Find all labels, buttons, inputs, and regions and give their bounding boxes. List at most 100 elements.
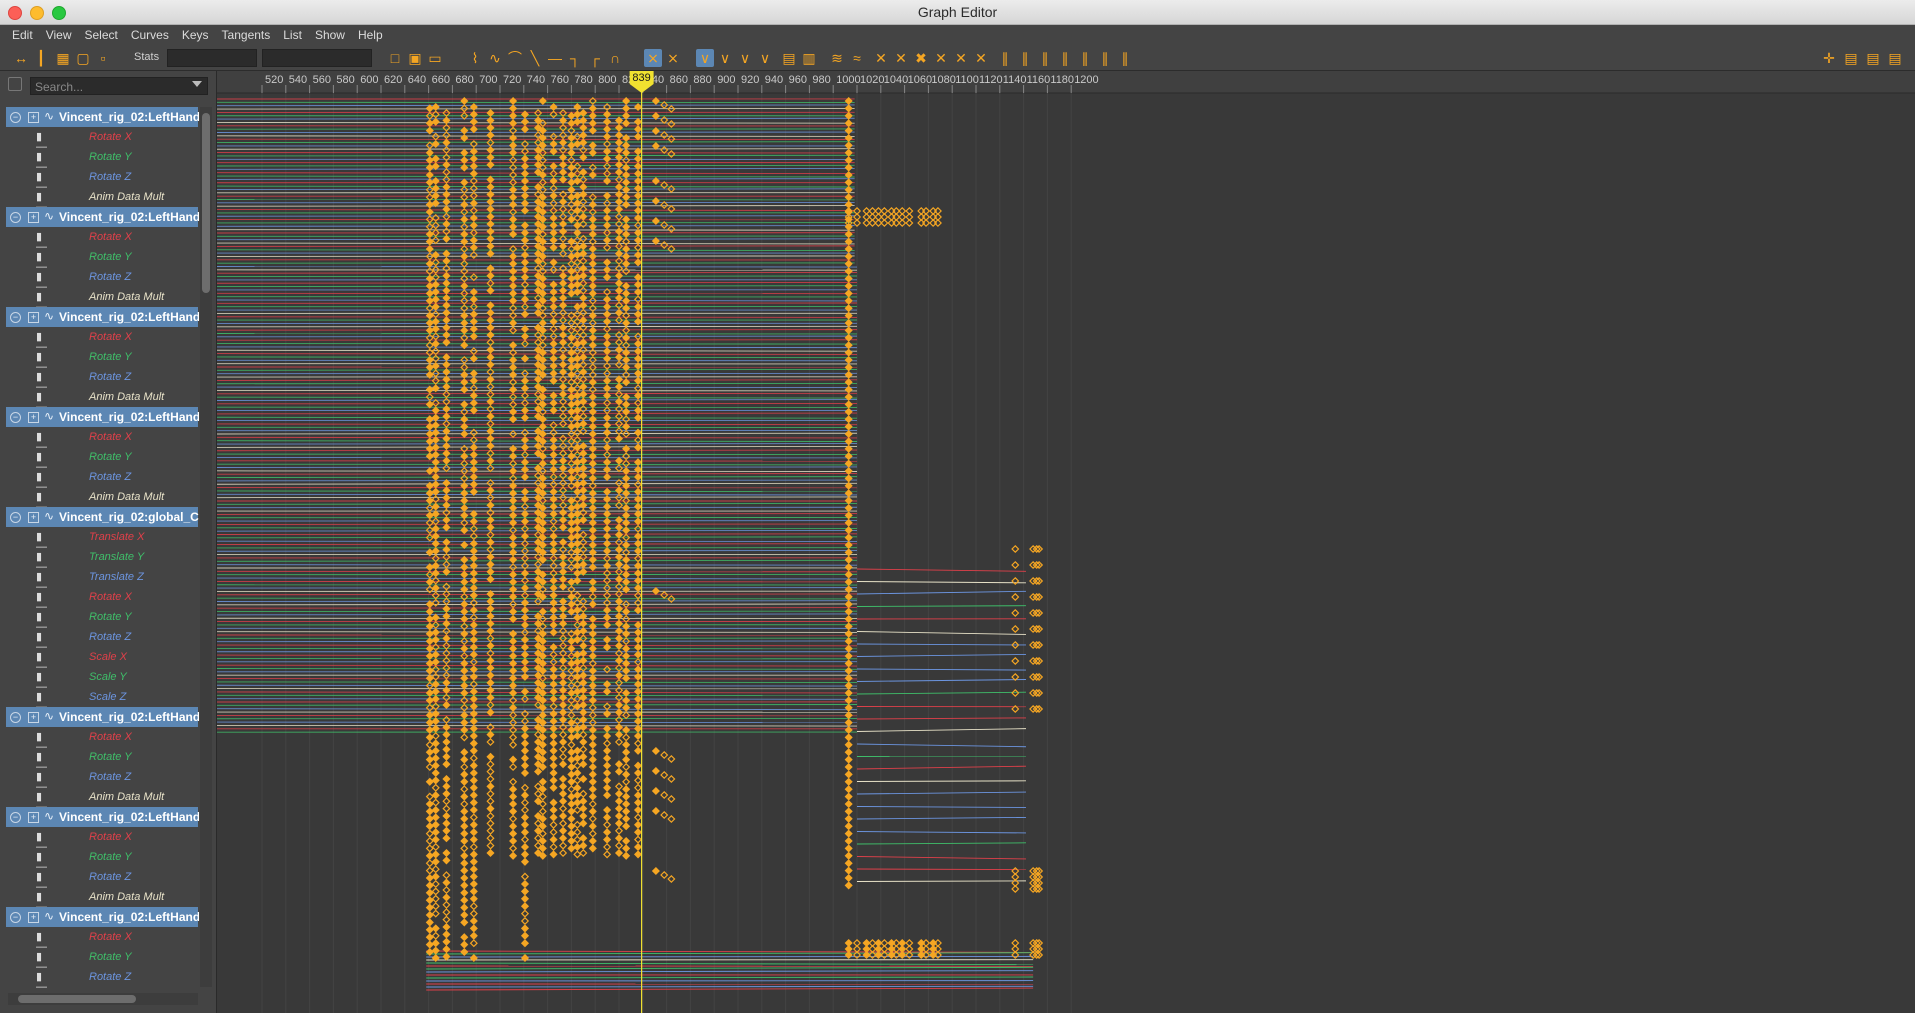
keyframe[interactable] [559, 826, 568, 835]
outliner-attribute-row[interactable]: ▮— Rotate Z [0, 267, 200, 293]
keyframe[interactable] [579, 567, 588, 576]
keyframe[interactable] [614, 168, 624, 177]
show-infinity-icon[interactable]: ∥ [996, 49, 1014, 67]
keyframe[interactable] [1011, 656, 1020, 666]
keyframe[interactable] [520, 909, 530, 918]
keyframe[interactable] [431, 872, 440, 881]
keyframe[interactable] [460, 267, 469, 276]
keyframe[interactable] [509, 814, 518, 823]
keyframe[interactable] [559, 168, 568, 177]
keyframe[interactable] [559, 700, 568, 710]
keyframe[interactable] [579, 471, 588, 480]
keyframe[interactable] [633, 687, 643, 696]
keyframe[interactable] [520, 709, 530, 718]
keyframe[interactable] [486, 308, 495, 317]
keyframe[interactable] [486, 316, 495, 325]
keyframe[interactable] [520, 842, 530, 852]
keyframe[interactable] [442, 856, 451, 865]
keyframe[interactable] [622, 733, 631, 742]
keyframe[interactable] [520, 650, 530, 659]
keyframe[interactable] [520, 162, 530, 171]
keyframe[interactable] [520, 887, 530, 896]
keyframe[interactable] [844, 859, 853, 868]
keyframe[interactable] [431, 443, 440, 452]
keyframe[interactable] [425, 496, 434, 505]
keyframe[interactable] [520, 879, 530, 889]
keyframe[interactable] [622, 326, 631, 335]
keyframe[interactable] [509, 185, 518, 194]
keyframe[interactable] [559, 493, 568, 502]
keyframe[interactable] [633, 850, 643, 859]
keyframe[interactable] [486, 597, 495, 606]
keyframe[interactable] [549, 398, 558, 408]
keyframe[interactable] [844, 718, 853, 727]
keyframe[interactable] [460, 785, 469, 794]
keyframe[interactable] [579, 811, 588, 821]
keyframe[interactable] [425, 607, 434, 616]
keyframe[interactable] [651, 866, 660, 876]
keyframe[interactable] [573, 805, 582, 815]
lock-tangent-weight-icon[interactable]: ∨ [756, 49, 774, 67]
keyframe[interactable] [460, 318, 469, 328]
keyframe[interactable] [844, 770, 853, 779]
keyframe[interactable] [1011, 576, 1020, 586]
keyframe[interactable] [844, 807, 853, 816]
keyframe[interactable] [573, 798, 582, 807]
keyframe[interactable] [520, 939, 530, 948]
keyframe[interactable] [425, 577, 434, 587]
keyframe[interactable] [431, 339, 440, 348]
keyframe[interactable] [559, 708, 568, 717]
keyframe[interactable] [603, 413, 612, 422]
keyframe[interactable] [603, 791, 612, 800]
keyframe[interactable] [567, 533, 576, 542]
expand-icon[interactable]: + [28, 212, 39, 223]
keyframe[interactable] [614, 804, 624, 813]
keyframe[interactable] [633, 487, 643, 496]
keyframe[interactable] [425, 126, 434, 135]
outliner-attribute-row[interactable]: ▮— Translate Z [0, 567, 200, 593]
keyframe[interactable] [549, 820, 558, 829]
keyframe[interactable] [549, 754, 558, 763]
keyframe[interactable] [442, 404, 451, 414]
keyframe[interactable] [633, 480, 643, 489]
outliner-group-row[interactable]: − + ∿ Vincent_rig_02:LeftHandM [6, 907, 199, 927]
keyframe[interactable] [460, 215, 469, 224]
keyframe[interactable] [425, 748, 434, 757]
keyframe[interactable] [614, 227, 624, 236]
keyframe[interactable] [567, 755, 576, 764]
keyframe[interactable] [622, 178, 631, 187]
keyframe[interactable] [622, 185, 631, 194]
keyframe[interactable] [573, 117, 582, 126]
keyframe[interactable] [425, 807, 434, 816]
keyframe[interactable] [442, 486, 451, 495]
keyframe[interactable] [573, 598, 582, 607]
keyframe[interactable] [460, 674, 469, 683]
outliner-group-row[interactable]: − + ∿ Vincent_rig_02:LeftHandM [6, 707, 199, 727]
keyframe[interactable] [549, 643, 558, 652]
outliner-attribute-row[interactable]: ▮— Rotate Y [0, 847, 200, 873]
keyframe[interactable] [520, 620, 530, 630]
keyframe[interactable] [844, 585, 853, 594]
keyframe[interactable] [559, 789, 568, 798]
keyframe[interactable] [579, 678, 588, 687]
keyframe[interactable] [573, 687, 582, 696]
keyframe[interactable] [844, 844, 853, 853]
keyframe[interactable] [622, 111, 631, 120]
keyframe[interactable] [622, 392, 631, 402]
outliner-group-row[interactable]: − + ∿ Vincent_rig_02:global_CTI [6, 507, 199, 527]
keyframe[interactable] [486, 826, 495, 835]
keyframe[interactable] [460, 400, 469, 409]
keyframe[interactable] [520, 791, 530, 800]
keyframe[interactable] [425, 244, 434, 254]
keyframe[interactable] [844, 141, 853, 150]
keyframe[interactable] [622, 851, 631, 860]
keyframe[interactable] [425, 415, 434, 424]
keyframe[interactable] [425, 740, 434, 749]
keyframe[interactable] [579, 834, 588, 843]
menu-help[interactable]: Help [358, 28, 383, 42]
keyframe[interactable] [579, 205, 588, 214]
keyframe[interactable] [442, 811, 451, 821]
keyframe[interactable] [579, 382, 588, 391]
outliner-group-row[interactable]: − + ∿ Vincent_rig_02:LeftHandT [6, 107, 199, 127]
curve-line[interactable] [426, 962, 1034, 966]
